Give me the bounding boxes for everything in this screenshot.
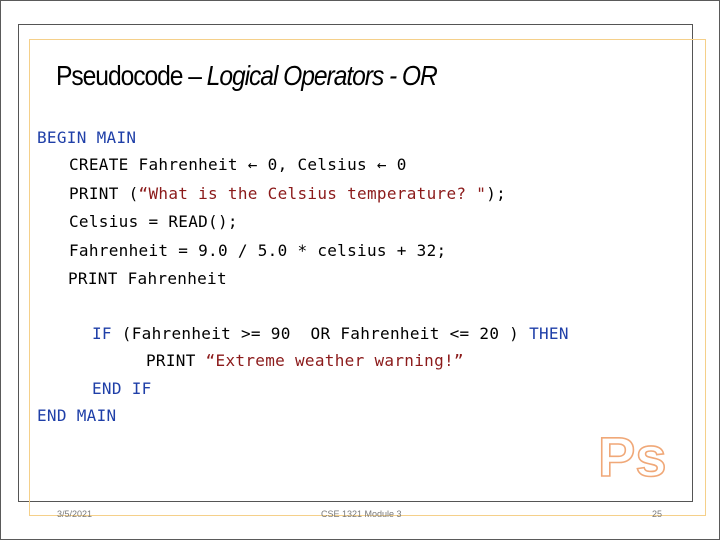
code-begin-main: BEGIN MAIN — [37, 128, 137, 147]
code-then-keyword: THEN — [529, 324, 569, 343]
ps-logo-text: Ps — [598, 426, 667, 482]
photoshop-ps-logo-icon: Ps — [597, 426, 667, 482]
code-prompt-string: “What is the Celsius temperature? " — [138, 184, 487, 203]
footer-date: 3/5/2021 — [57, 509, 93, 519]
footer-page-number: 25 — [652, 509, 663, 519]
slide-title: Pseudocode – Logical Operators - OR — [56, 60, 438, 92]
code-end-if: END IF — [92, 379, 152, 398]
code-print-end: ); — [486, 184, 507, 203]
code-print-keyword: PRINT ( — [69, 184, 139, 203]
code-end-main: END MAIN — [37, 406, 117, 425]
code-if-line: IF (Fahrenheit >= 90 OR Fahrenheit <= 20… — [92, 324, 569, 343]
code-inner-print-line: PRINT “Extreme weather warning!” — [146, 351, 464, 370]
title-plain: Pseudocode – — [56, 60, 207, 91]
code-inner-print-keyword: PRINT — [146, 351, 206, 370]
code-if-keyword: IF — [92, 324, 112, 343]
footer-course: CSE 1321 Module 3 — [321, 509, 402, 519]
code-if-condition: (Fahrenheit >= 90 OR Fahrenheit <= 20 ) — [111, 324, 530, 343]
code-read-line: Celsius = READ(); — [69, 212, 238, 231]
code-warning-string: “Extreme weather warning!” — [205, 351, 464, 370]
title-italic: Logical Operators - OR — [206, 60, 438, 91]
code-print-fahrenheit-line: PRINT Fahrenheit — [68, 269, 227, 288]
code-create-line: CREATE Fahrenheit ← 0, Celsius ← 0 — [69, 155, 407, 174]
code-calc-line: Fahrenheit = 9.0 / 5.0 * celsius + 32; — [69, 241, 447, 260]
code-print-prompt-line: PRINT (“What is the Celsius temperature?… — [69, 184, 506, 203]
